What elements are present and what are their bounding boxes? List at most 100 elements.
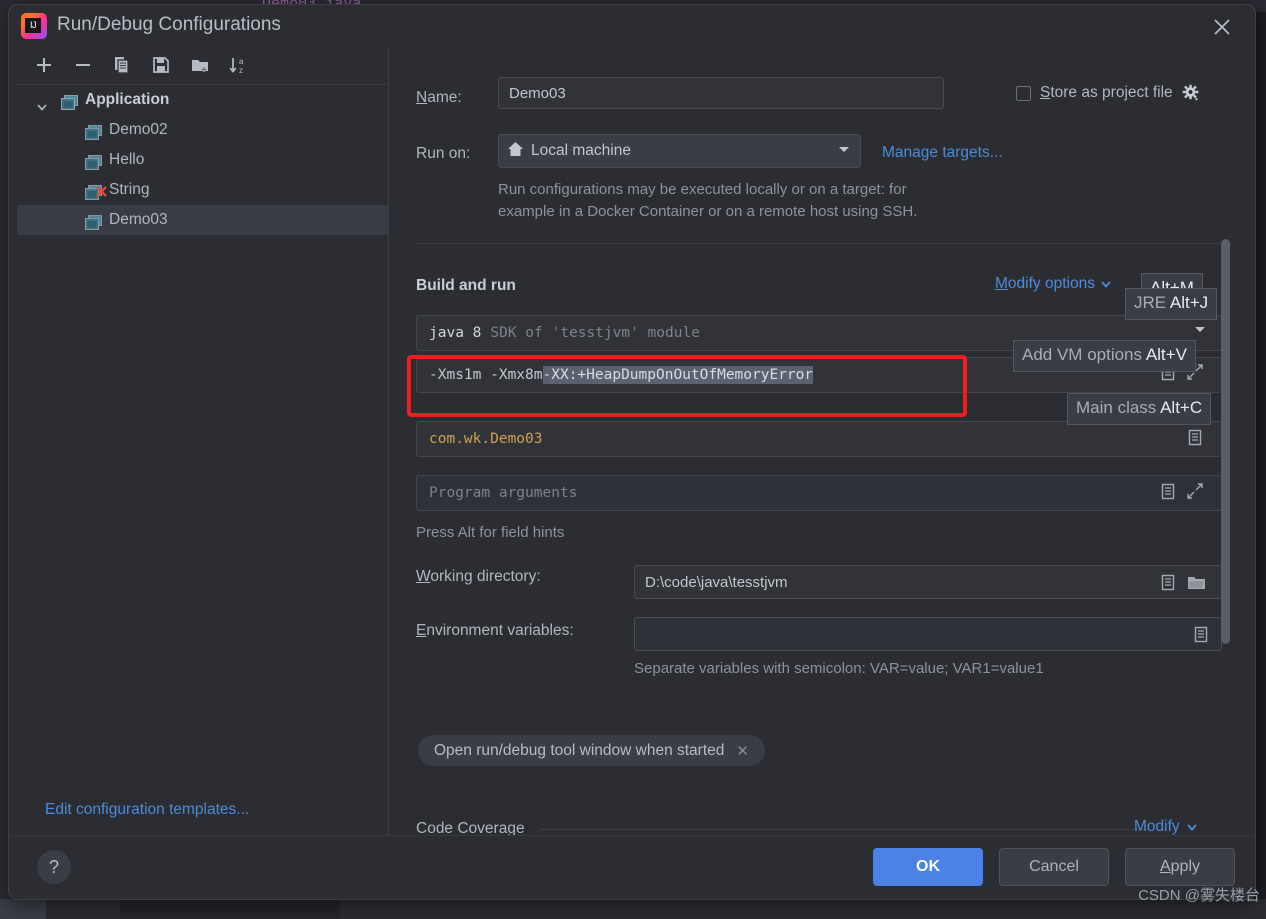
tooltip-jre-key: Alt+J xyxy=(1169,293,1209,312)
open-tool-window-pill-label: Open run/debug tool window when started xyxy=(434,741,725,759)
field-hints-note: Press Alt for field hints xyxy=(416,524,565,541)
manage-targets-link[interactable]: Manage targets... xyxy=(882,144,1003,162)
chevron-down-icon[interactable] xyxy=(1185,821,1199,833)
jre-value: java 8 xyxy=(429,325,482,341)
apply-button[interactable]: Apply xyxy=(1125,848,1235,886)
tree-item-hello[interactable]: Hello xyxy=(17,145,389,175)
tree-item-label: Demo03 xyxy=(109,211,168,228)
copy-configuration-button[interactable] xyxy=(109,55,135,79)
name-label-rest: ame: xyxy=(427,89,462,106)
edit-configuration-templates-link[interactable]: Edit configuration templates... xyxy=(45,801,249,819)
build-and-run-title: Build and run xyxy=(416,277,516,294)
section-divider xyxy=(416,243,1222,244)
working-directory-value: D:\code\java\tesstjvm xyxy=(645,573,788,591)
working-directory-input[interactable]: D:\code\java\tesstjvm xyxy=(634,565,1222,599)
remove-configuration-button[interactable] xyxy=(70,55,96,79)
chevron-down-icon[interactable] xyxy=(1099,278,1113,290)
program-arguments-placeholder: Program arguments xyxy=(429,485,578,501)
store-label-rest: tore as project file xyxy=(1050,84,1173,101)
configurations-sidebar: a z Application Demo02 Hello String Demo… xyxy=(17,47,389,837)
code-coverage-divider xyxy=(540,829,1150,830)
program-arguments-input[interactable]: Program arguments xyxy=(416,475,1222,511)
save-configuration-button[interactable] xyxy=(148,55,174,79)
tooltip-jre: JRE Alt+J xyxy=(1125,288,1218,320)
store-mnemonic: S xyxy=(1040,84,1051,101)
name-label: Name: xyxy=(416,89,462,107)
csdn-watermark: CSDN @雾失楼台 xyxy=(1138,887,1260,904)
working-directory-mnemonic: W xyxy=(416,568,431,585)
run-on-value: Local machine xyxy=(531,142,631,159)
tree-item-label: String xyxy=(109,181,150,198)
environment-variables-field-buttons xyxy=(1193,626,1210,643)
main-class-input[interactable]: com.wk.Demo03 xyxy=(416,421,1222,457)
tree-item-label: Application xyxy=(85,91,170,108)
tree-item-application[interactable]: Application xyxy=(17,85,389,115)
new-folder-button[interactable] xyxy=(187,55,213,79)
store-as-project-file-checkbox[interactable] xyxy=(1016,85,1031,101)
tree-item-string[interactable]: String xyxy=(17,175,389,205)
vm-options-selected-text: -XX:+HeapDumpOnOutOfMemoryError xyxy=(542,366,814,384)
gear-icon[interactable] xyxy=(1182,84,1200,102)
editor-scrollbar[interactable] xyxy=(1221,239,1230,644)
add-configuration-button[interactable] xyxy=(31,55,57,79)
dialog-title: Run/Debug Configurations xyxy=(57,14,281,35)
tree-item-label: Hello xyxy=(109,151,145,168)
run-configuration-icon xyxy=(85,212,102,242)
working-directory-field-buttons xyxy=(1160,574,1206,591)
browse-folder-icon[interactable] xyxy=(1187,575,1206,591)
program-arguments-field-buttons xyxy=(1160,483,1204,500)
jre-combobox-arrow[interactable] xyxy=(1192,323,1208,335)
close-small-icon[interactable]: ✕ xyxy=(736,742,749,760)
sidebar-toolbar: a z xyxy=(17,47,389,85)
tree-item-demo02[interactable]: Demo02 xyxy=(17,115,389,145)
run-on-label-text: Run on: xyxy=(416,145,471,162)
modify-options-link[interactable]: Modify options xyxy=(995,275,1113,293)
dialog-footer: ? OK Cancel Apply xyxy=(9,835,1255,899)
expand-editor-icon[interactable] xyxy=(1160,574,1177,591)
tooltip-main-class: Main class Alt+C xyxy=(1067,393,1212,425)
expand-editor-icon[interactable] xyxy=(1187,429,1204,446)
modify-options-mnemonic: M xyxy=(995,275,1008,292)
tooltip-main-class-prefix: Main class xyxy=(1076,398,1161,417)
code-coverage-modify-link[interactable]: Modify xyxy=(1134,818,1199,836)
run-on-hint-line2: example in a Docker Container or on a re… xyxy=(498,203,918,220)
home-icon xyxy=(507,141,524,162)
expand-editor-icon[interactable] xyxy=(1160,483,1177,500)
close-icon[interactable] xyxy=(1209,14,1235,40)
run-on-combobox[interactable]: Local machine xyxy=(498,134,861,168)
tooltip-vm-options: Add VM options Alt+V xyxy=(1013,340,1196,372)
working-directory-label-rest: orking directory: xyxy=(430,568,541,585)
run-debug-configurations-dialog: Run/Debug Configurations xyxy=(8,4,1256,900)
run-on-label: Run on: xyxy=(416,145,470,163)
svg-text:z: z xyxy=(239,66,243,75)
code-coverage-modify-label: Modify xyxy=(1134,818,1180,835)
environment-variables-input[interactable] xyxy=(634,617,1222,651)
expand-editor-icon[interactable] xyxy=(1193,626,1210,643)
environment-variables-label-rest: nvironment variables: xyxy=(426,622,574,639)
apply-label-rest: pply xyxy=(1170,858,1201,875)
name-input[interactable]: Demo03 xyxy=(498,77,944,109)
tooltip-jre-prefix: JRE xyxy=(1134,293,1170,312)
chevron-down-icon[interactable] xyxy=(836,142,852,160)
configuration-editor-panel: Name: Demo03 Store as project file Run o… xyxy=(390,47,1249,837)
name-input-value: Demo03 xyxy=(509,84,566,102)
tree-item-demo03[interactable]: Demo03 xyxy=(17,205,389,235)
store-as-project-file-row[interactable]: Store as project file xyxy=(1016,84,1200,102)
vm-options-prefix: -Xms1m -Xmx8m xyxy=(429,367,543,383)
help-button[interactable]: ? xyxy=(37,850,71,884)
environment-variables-mnemonic: E xyxy=(416,622,427,639)
main-class-field-buttons xyxy=(1187,429,1204,446)
jre-suffix: SDK of 'tesstjvm' module xyxy=(490,325,700,341)
dialog-titlebar: Run/Debug Configurations xyxy=(9,5,1255,47)
name-label-mnemonic: N xyxy=(416,89,428,106)
expand-arrows-icon[interactable] xyxy=(1187,483,1204,500)
tooltip-vm-options-key: Alt+V xyxy=(1145,345,1187,364)
ok-button[interactable]: OK xyxy=(873,848,983,886)
sort-configurations-button[interactable]: a z xyxy=(226,55,252,79)
open-tool-window-pill[interactable]: Open run/debug tool window when started … xyxy=(418,735,765,766)
environment-variables-hint: Separate variables with semicolon: VAR=v… xyxy=(634,660,1044,677)
main-class-value: com.wk.Demo03 xyxy=(429,431,543,447)
svg-text:a: a xyxy=(239,57,244,66)
cancel-button[interactable]: Cancel xyxy=(999,848,1109,886)
configurations-tree: Application Demo02 Hello String Demo03 xyxy=(17,85,389,235)
